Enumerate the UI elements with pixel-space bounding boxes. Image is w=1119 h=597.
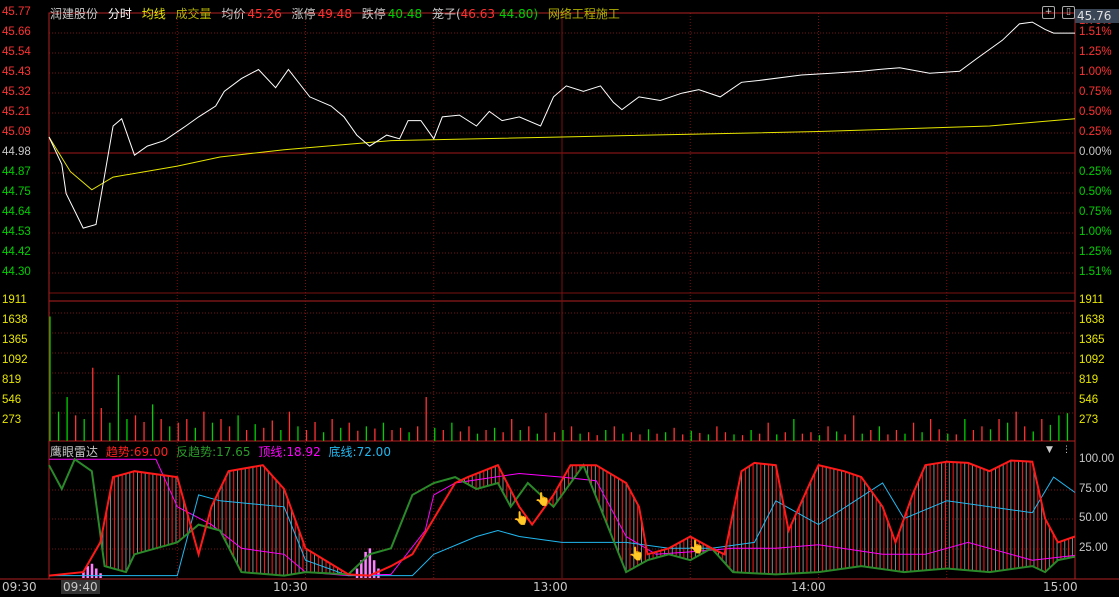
volume-axis-label-right: 1365 xyxy=(1079,334,1105,346)
percent-axis-label: 0.25% xyxy=(1079,166,1112,178)
bottom-line-value: 72.00 xyxy=(356,445,391,459)
price-axis-label: 44.42 xyxy=(2,246,31,258)
pink-bar xyxy=(364,551,367,578)
price-axis-label: 45.32 xyxy=(2,86,31,98)
trend-label: 趋势: xyxy=(105,445,134,459)
dropdown-icon[interactable]: ▼ xyxy=(1046,445,1053,455)
volume-axis-label: 1638 xyxy=(2,314,28,326)
time-axis-label: 14:00 xyxy=(791,580,826,594)
intraday-chart[interactable]: 👆 👆 👆 👆 xyxy=(0,0,1119,597)
indicator-axis-label: 50.00 xyxy=(1079,512,1108,525)
top-line-label: 顶线: xyxy=(258,445,287,459)
price-axis-label: 45.43 xyxy=(2,66,31,78)
counter-label: 反趋势: xyxy=(176,445,217,459)
limit-down-label: 跌停 xyxy=(361,7,386,21)
price-axis-label: 44.64 xyxy=(2,206,31,218)
hand-signal-icon: 👆 xyxy=(535,491,551,507)
hand-signal-icon: 👆 xyxy=(629,546,645,562)
trend-value: 69.00 xyxy=(133,445,169,459)
price-axis-label: 45.54 xyxy=(2,46,31,58)
price-axis-label: 44.98 xyxy=(2,146,31,158)
volume-axis-label-right: 1638 xyxy=(1079,314,1105,326)
volume-axis-label-right: 1911 xyxy=(1079,294,1104,306)
cage-low: 44.80) xyxy=(499,7,539,21)
price-axis-label: 44.87 xyxy=(2,166,31,178)
indicator-axis-label: 100.00 xyxy=(1079,453,1115,465)
price-axis-label: 44.75 xyxy=(2,186,31,198)
avg-price-label: 均价 xyxy=(221,7,246,21)
counter-value: 17.65 xyxy=(216,445,251,459)
percent-axis-label: 1.00% xyxy=(1079,226,1112,238)
hand-signal-icon: 👆 xyxy=(513,510,529,526)
time-axis-label: 13:00 xyxy=(533,580,568,594)
percent-axis-label: 1.51% xyxy=(1079,26,1112,38)
percent-axis-label: 0.75% xyxy=(1079,206,1112,218)
avg-line-toggle[interactable]: 均线 xyxy=(142,7,166,21)
percent-axis-label: 0.00% xyxy=(1079,146,1112,158)
pink-bar xyxy=(377,568,380,578)
volume-axis-label-right: 819 xyxy=(1079,374,1099,386)
volume-toggle[interactable]: 成交量 xyxy=(176,7,212,21)
percent-axis-label: 1.51% xyxy=(1079,266,1112,278)
add-icon[interactable]: + xyxy=(1042,6,1055,19)
hand-signal-icon: 👆 xyxy=(689,539,705,555)
percent-axis-label: 0.25% xyxy=(1079,126,1112,138)
current-price-tag: 45.76 xyxy=(1075,9,1119,23)
percent-axis-label: 1.00% xyxy=(1079,66,1112,78)
indicator-axis-label: 25.00 xyxy=(1079,542,1108,555)
price-axis-label: 44.30 xyxy=(2,266,31,278)
pink-bar xyxy=(368,548,372,578)
price-axis-label: 45.77 xyxy=(2,6,31,18)
percent-axis-label: 0.50% xyxy=(1079,106,1112,118)
volume-axis-label-right: 546 xyxy=(1079,394,1099,406)
tab-time-share[interactable]: 分时 xyxy=(108,7,132,21)
time-axis-label: 09:40 xyxy=(61,580,100,594)
avg-price: 45.26 xyxy=(247,7,282,21)
panel-toggle-icon[interactable]: ▯ xyxy=(1062,6,1075,19)
volume-axis-label: 1911 xyxy=(2,294,27,306)
limit-up: 49.48 xyxy=(317,7,352,21)
cage-label: 笼子( xyxy=(431,7,461,21)
volume-axis-label: 1365 xyxy=(2,334,28,346)
sector-link[interactable]: 网络工程施工 xyxy=(548,7,620,21)
top-line-value: 18.92 xyxy=(286,445,321,459)
indicator-axis-label: 75.00 xyxy=(1079,482,1108,495)
volume-axis-label: 819 xyxy=(2,374,22,386)
volume-axis-label-right: 1092 xyxy=(1079,354,1105,366)
volume-axis-label-right: 273 xyxy=(1079,414,1099,426)
price-axis-label: 45.21 xyxy=(2,106,31,118)
time-axis-label: 10:30 xyxy=(273,580,308,594)
indicator-header: 鹰眼雷达 趋势:69.00 反趋势:17.65 顶线:18.92 底线:72.0… xyxy=(50,443,395,460)
price-axis-label: 45.09 xyxy=(2,126,31,138)
percent-axis-label: 1.25% xyxy=(1079,246,1112,258)
more-icon[interactable]: ⋮ xyxy=(1062,445,1071,455)
volume-axis-label: 546 xyxy=(2,394,22,406)
price-axis-label: 45.66 xyxy=(2,26,31,38)
pink-bar xyxy=(95,568,98,578)
percent-axis-label: 0.50% xyxy=(1079,186,1112,198)
indicator-name[interactable]: 鹰眼雷达 xyxy=(50,445,98,459)
chart-header: 润建股份 分时 均线 成交量 均价 45.26 涨停 49.48 跌停 40.48 笼… xyxy=(50,5,626,22)
pink-bar xyxy=(355,568,359,578)
time-axis-label: 09:30 xyxy=(2,580,37,594)
time-axis-label: 15:00 xyxy=(1043,580,1078,594)
limit-down: 40.48 xyxy=(387,7,423,21)
volume-axis-label: 1092 xyxy=(2,354,28,366)
pink-bar xyxy=(86,566,89,578)
stock-name: 润建股份 xyxy=(50,7,99,21)
bottom-line-label: 底线: xyxy=(328,445,357,459)
price-axis-label: 44.53 xyxy=(2,226,31,238)
percent-axis-label: 1.25% xyxy=(1079,46,1112,58)
limit-up-label: 涨停 xyxy=(291,7,316,21)
cage-high: 46.63 xyxy=(460,7,496,21)
volume-axis-label: 273 xyxy=(2,414,22,426)
percent-axis-label: 0.75% xyxy=(1079,86,1112,98)
